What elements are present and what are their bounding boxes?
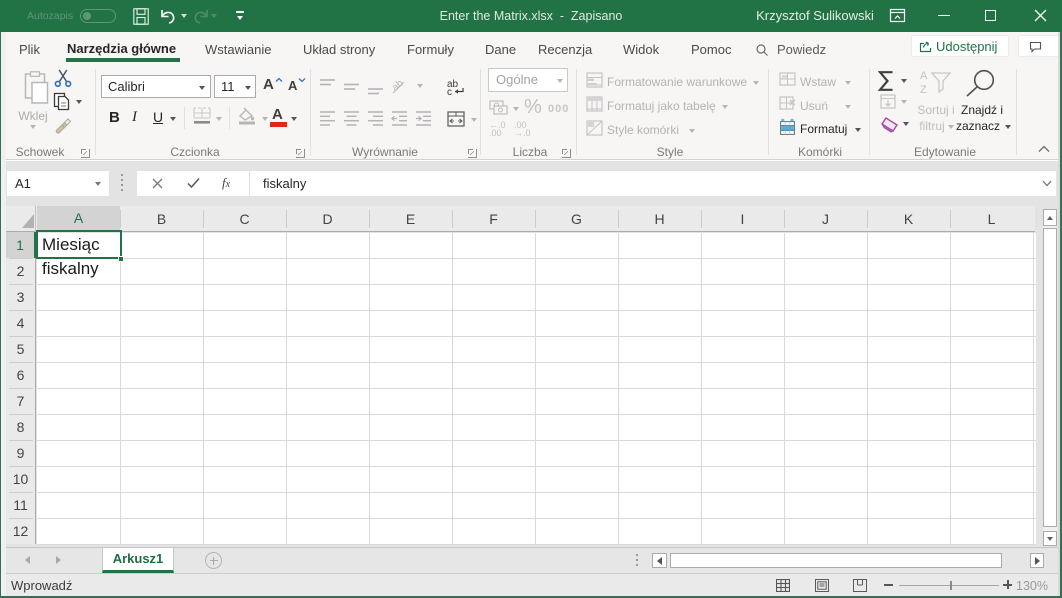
svg-text:c: c [447,87,452,96]
svg-text:ab: ab [390,79,406,94]
